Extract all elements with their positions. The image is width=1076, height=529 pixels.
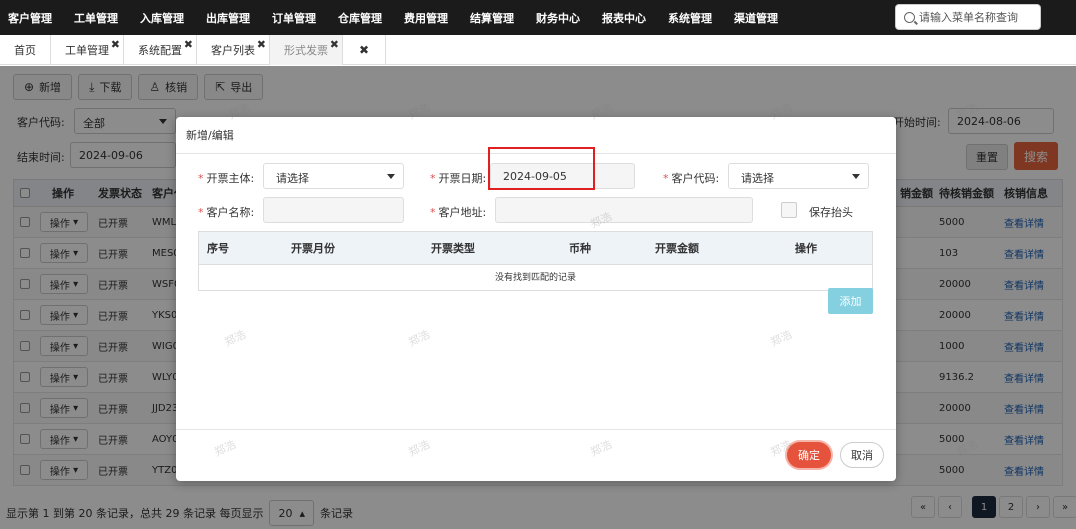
close-icon[interactable]: ✖ <box>257 38 266 51</box>
tab-bar: 首页 工单管理 ✖ 系统配置 ✖ 客户列表 ✖ 形式发票 ✖ ✖ <box>0 35 1076 65</box>
tab[interactable]: 客户列表 ✖ <box>197 35 270 65</box>
edit-invoice-modal: 新增/编辑 * 开票主体: 请选择 * 开票日期: 2024-09-05 * 客户代码… <box>176 117 896 481</box>
customer-code-label: * 客户代码: <box>663 172 720 185</box>
search-icon <box>904 11 915 23</box>
customer-name-input[interactable] <box>263 197 404 223</box>
menu-search-input[interactable] <box>919 10 1039 24</box>
invoice-lines-col: 开票月份 <box>291 242 335 255</box>
close-icon[interactable]: ✖ <box>330 38 339 51</box>
invoice-lines-col: 操作 <box>795 242 817 255</box>
save-header-label: 保存抬头 <box>809 206 853 219</box>
menu-search[interactable] <box>895 4 1041 30</box>
caret-down-icon <box>852 174 860 179</box>
confirm-button[interactable]: 确定 <box>787 442 831 468</box>
invoice-lines-col: 序号 <box>207 242 229 255</box>
close-icon[interactable]: ✖ <box>111 38 120 51</box>
tab[interactable]: 形式发票 ✖ <box>270 35 343 65</box>
tab[interactable]: 首页 <box>0 35 51 65</box>
modal-footer: 确定 取消 <box>176 429 896 481</box>
invoice-lines-col: 开票金额 <box>655 242 699 255</box>
tab[interactable]: 系统配置 ✖ <box>124 35 197 65</box>
customer-address-input[interactable] <box>495 197 753 223</box>
invoice-lines-header: 序号 开票月份 开票类型 币种 开票金额 操作 <box>199 232 872 264</box>
add-line-button[interactable]: 添加 <box>828 288 873 314</box>
invoice-entity-select[interactable]: 请选择 <box>263 163 404 189</box>
nav-item[interactable]: 订单管理 <box>272 10 316 26</box>
customer-address-label: * 客户地址: <box>430 206 487 219</box>
close-icon[interactable]: ✖ <box>184 38 193 51</box>
nav-item[interactable]: 入库管理 <box>140 10 184 26</box>
nav-item[interactable]: 工单管理 <box>74 10 118 26</box>
tab[interactable]: 工单管理 ✖ <box>51 35 124 65</box>
customer-code-select[interactable]: 请选择 <box>728 163 869 189</box>
highlight-box <box>488 147 595 190</box>
empty-message: 没有找到匹配的记录 <box>199 264 872 290</box>
main-menu: 客户管理 工单管理 入库管理 出库管理 订单管理 仓库管理 费用管理 结算管理 财务中心 报表中心… <box>0 0 800 35</box>
invoice-entity-label: * 开票主体: <box>198 172 255 185</box>
customer-name-label: * 客户名称: <box>198 206 255 219</box>
close-all-tabs-button[interactable]: ✖ <box>343 35 387 65</box>
caret-down-icon <box>387 174 395 179</box>
nav-item[interactable]: 仓库管理 <box>338 10 382 26</box>
invoice-lines-table: 序号 开票月份 开票类型 币种 开票金额 操作 没有找到匹配的记录 <box>198 231 873 291</box>
invoice-date-label: * 开票日期: <box>430 172 487 185</box>
invoice-lines-col: 开票类型 <box>431 242 475 255</box>
nav-item[interactable]: 渠道管理 <box>734 10 778 26</box>
nav-item[interactable]: 财务中心 <box>536 10 580 26</box>
cancel-button[interactable]: 取消 <box>840 442 884 468</box>
nav-item[interactable]: 费用管理 <box>404 10 448 26</box>
save-header-checkbox[interactable] <box>781 202 797 218</box>
nav-item[interactable]: 系统管理 <box>668 10 712 26</box>
invoice-lines-col: 币种 <box>569 242 591 255</box>
nav-item[interactable]: 结算管理 <box>470 10 514 26</box>
nav-item[interactable]: 出库管理 <box>206 10 250 26</box>
top-navbar: 客户管理 工单管理 入库管理 出库管理 订单管理 仓库管理 费用管理 结算管理 财务中心 报表中心… <box>0 0 1076 35</box>
nav-item[interactable]: 报表中心 <box>602 10 646 26</box>
nav-item[interactable]: 客户管理 <box>8 10 52 26</box>
